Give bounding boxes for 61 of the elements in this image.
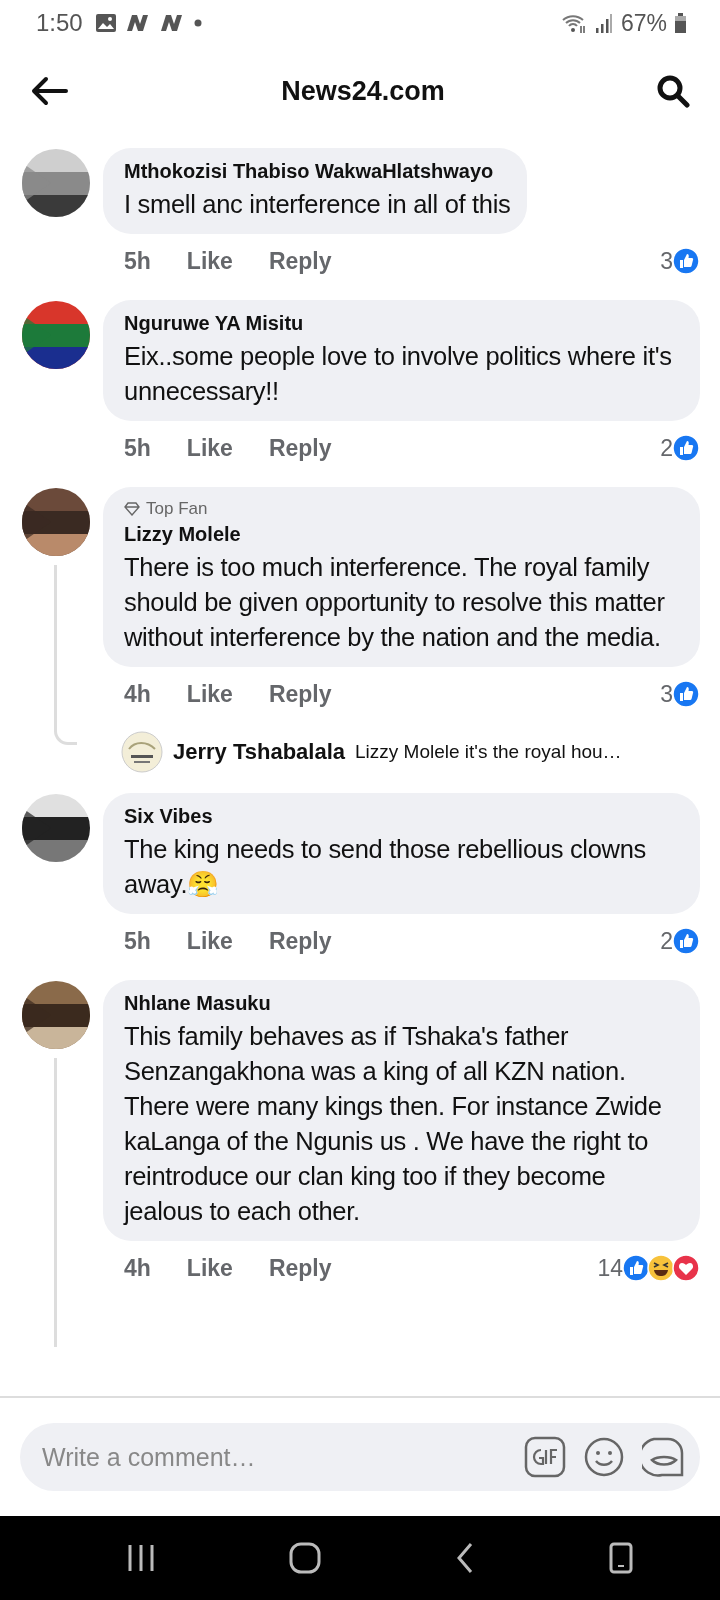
reply-link[interactable]: Reply bbox=[268, 1254, 332, 1282]
smiley-icon[interactable] bbox=[584, 1437, 624, 1477]
like-link[interactable]: Like bbox=[186, 434, 233, 462]
reply-preview-text[interactable]: Lizzy Molele it's the royal hou… bbox=[355, 741, 622, 763]
phone-icon[interactable] bbox=[609, 1542, 633, 1574]
commenter-name[interactable]: Nguruwe YA Misitu bbox=[124, 312, 684, 335]
signal-icon bbox=[594, 12, 613, 34]
diamond-icon bbox=[124, 502, 140, 516]
back-icon[interactable] bbox=[455, 1542, 475, 1574]
reply-link[interactable]: Reply bbox=[268, 927, 332, 955]
gallery-icon bbox=[94, 13, 117, 33]
battery-percentage: 67% bbox=[620, 9, 667, 37]
comment-text: There is too much interference. The royal family should be given opportunity to resolve this matter without interference by the nation and the media. bbox=[124, 552, 666, 653]
comment-time: 4h bbox=[124, 680, 151, 708]
wifi-icon bbox=[560, 12, 587, 34]
comment-time: 5h bbox=[124, 434, 151, 462]
comment-time: 5h bbox=[124, 247, 151, 275]
sticker-icon[interactable] bbox=[642, 1436, 684, 1478]
app-notification-icon bbox=[124, 13, 151, 33]
laughing-face-icon bbox=[647, 1254, 675, 1282]
reply-author-name[interactable]: Jerry Tshabalala bbox=[173, 739, 346, 765]
comment-time: 4h bbox=[124, 1254, 151, 1282]
commenter-name[interactable]: Mthokozisi Thabiso WakwaHlatshwayo bbox=[124, 160, 511, 183]
comment-time: 5h bbox=[124, 927, 151, 955]
comment-text: The king needs to send those rebellious clowns away.😤 bbox=[124, 834, 648, 900]
thumbs-up-icon bbox=[622, 1254, 650, 1282]
search-icon[interactable] bbox=[656, 74, 690, 108]
like-link[interactable]: Like bbox=[186, 927, 233, 955]
clock: 1:50 bbox=[36, 9, 83, 37]
reply-link[interactable]: Reply bbox=[268, 434, 332, 462]
reply-link[interactable]: Reply bbox=[268, 680, 332, 708]
page-title: News24.com bbox=[281, 75, 445, 107]
like-link[interactable]: Like bbox=[186, 1254, 233, 1282]
home-icon[interactable] bbox=[289, 1542, 321, 1574]
comment-input-field[interactable]: Write a comment… bbox=[40, 1441, 506, 1473]
commenter-name[interactable]: Six Vibes bbox=[124, 805, 684, 828]
commenter-name[interactable]: Nhlane Masuku bbox=[124, 992, 684, 1015]
app-notification-icon bbox=[158, 13, 185, 33]
comment-bar[interactable]: Write a comment… bbox=[20, 1423, 700, 1491]
thumbs-up-icon bbox=[672, 247, 700, 275]
gif-icon[interactable] bbox=[524, 1436, 566, 1478]
back-arrow-icon[interactable] bbox=[30, 76, 70, 106]
battery-icon bbox=[675, 13, 686, 33]
thumbs-up-icon bbox=[672, 927, 700, 955]
reply-link[interactable]: Reply bbox=[268, 247, 332, 275]
like-link[interactable]: Like bbox=[186, 680, 233, 708]
reaction-count: 2 bbox=[660, 927, 673, 955]
comment-text: Eix..some people love to involve politics where it's unnecessary!! bbox=[124, 341, 673, 407]
reaction-count: 3 bbox=[660, 680, 673, 708]
thumbs-up-icon bbox=[672, 434, 700, 462]
dot-icon bbox=[192, 18, 203, 28]
reaction-count: 3 bbox=[660, 247, 673, 275]
comment-text: This family behaves as if Tshaka's father Senzangakhona was a king of all KZN nation. There were many kings then. For instance Zwide kaLanga of the Ngunis us . We have the right to reintroduce our clan king too if they become jealous to each other. bbox=[124, 1021, 663, 1227]
recent-apps-icon[interactable] bbox=[127, 1543, 155, 1573]
reaction-count: 2 bbox=[660, 434, 673, 462]
top-fan-label: Top Fan bbox=[146, 499, 208, 519]
like-link[interactable]: Like bbox=[186, 247, 233, 275]
reaction-count: 14 bbox=[597, 1254, 623, 1282]
thumbs-up-icon bbox=[672, 680, 700, 708]
comment-text: I smell anc interference in all of this bbox=[124, 189, 511, 220]
commenter-name[interactable]: Lizzy Molele bbox=[124, 523, 684, 546]
